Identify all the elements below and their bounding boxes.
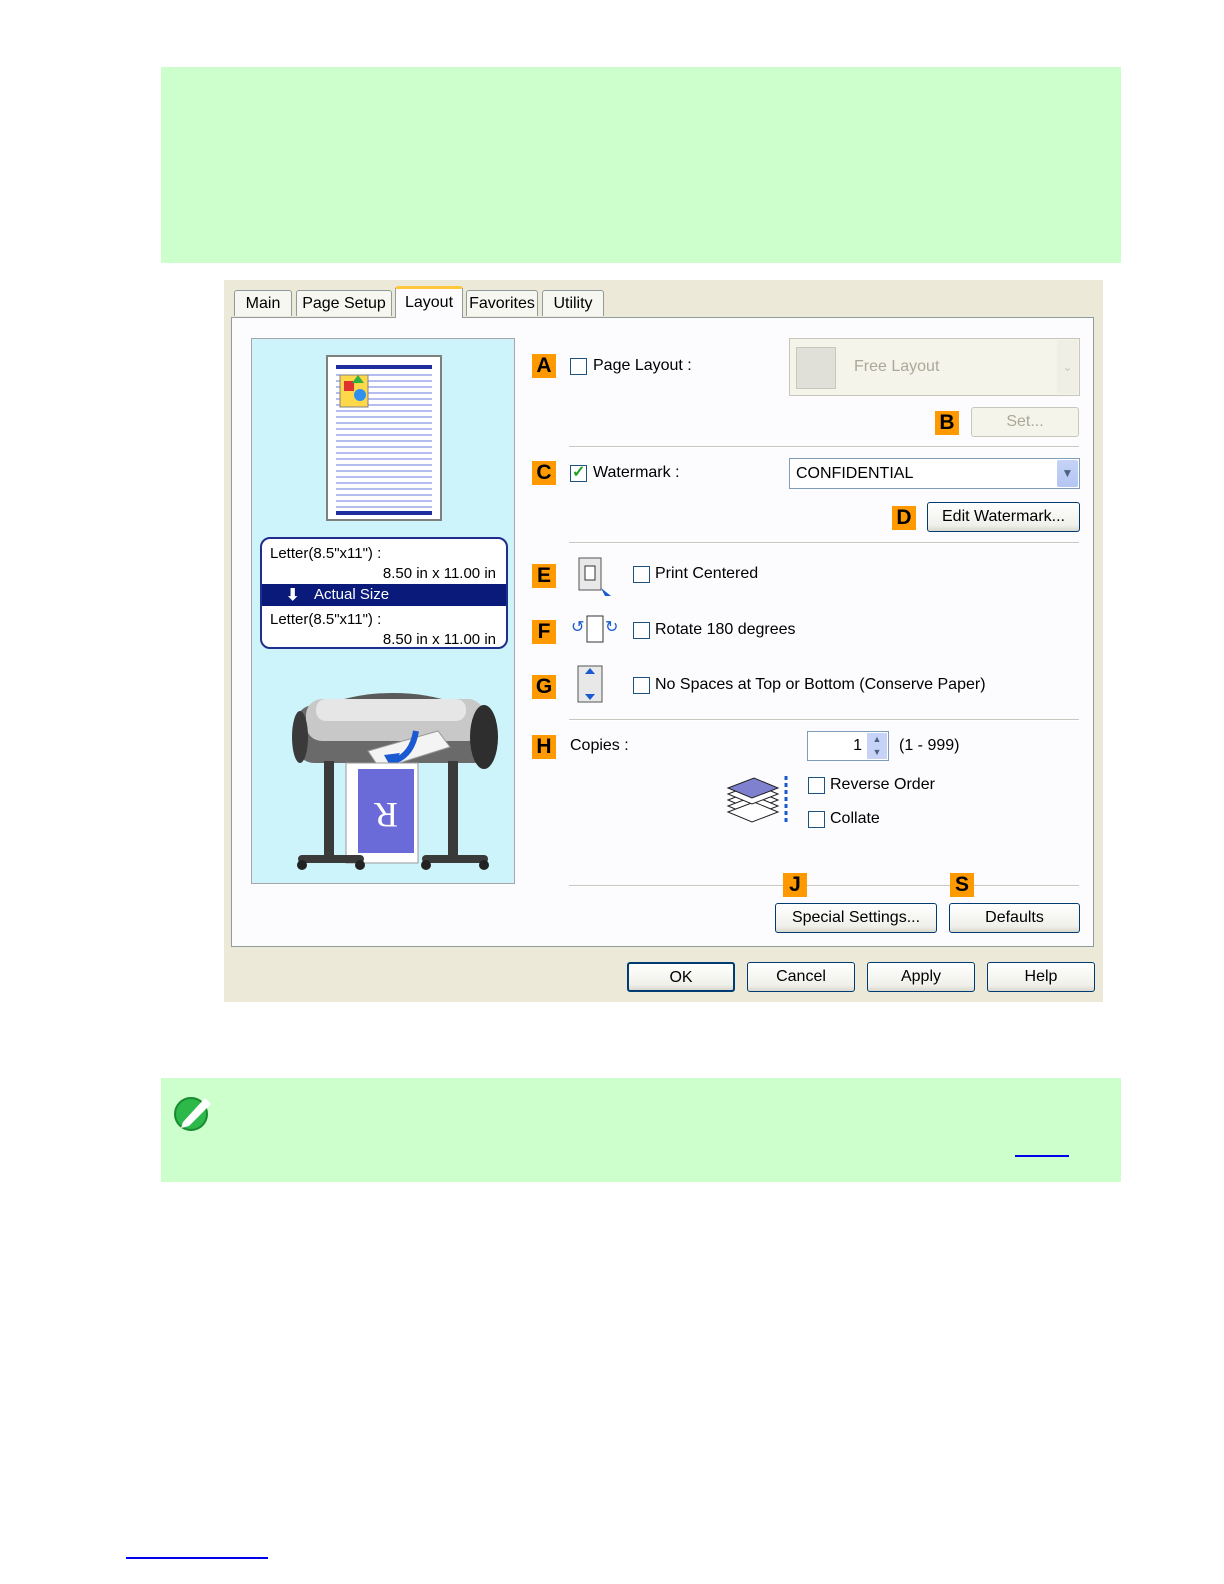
no-spaces-checkbox[interactable] bbox=[633, 677, 650, 694]
no-spaces-label: No Spaces at Top or Bottom (Conserve Pap… bbox=[655, 676, 986, 693]
watermark-combo-value: CONFIDENTIAL bbox=[796, 465, 914, 482]
spin-up-icon[interactable]: ▲ bbox=[867, 733, 887, 746]
printer-properties-dialog: Main Page Setup Layout Favorites Utility bbox=[224, 280, 1103, 1002]
bottom-note-box bbox=[161, 1078, 1121, 1182]
separator-1 bbox=[569, 446, 1079, 448]
rotate-checkbox[interactable] bbox=[633, 622, 650, 639]
page-layout-combo[interactable]: Free Layout ⌄ bbox=[789, 338, 1080, 396]
tab-utility[interactable]: Utility bbox=[542, 290, 604, 316]
output-size-value: 8.50 in x 11.00 in bbox=[382, 631, 496, 648]
badge-h: H bbox=[532, 735, 556, 759]
set-button[interactable]: Set... bbox=[971, 407, 1079, 437]
chevron-down-icon: ⌄ bbox=[1057, 340, 1078, 394]
separator-3 bbox=[569, 719, 1079, 721]
print-centered-checkbox[interactable] bbox=[633, 566, 650, 583]
badge-j: J bbox=[783, 873, 807, 897]
badge-s: S bbox=[950, 873, 974, 897]
note-link-underline[interactable] bbox=[1015, 1155, 1069, 1157]
badge-c: C bbox=[532, 461, 556, 485]
rotate-label: Rotate 180 degrees bbox=[655, 621, 796, 638]
copies-spinner[interactable]: 1 ▲ ▼ bbox=[807, 731, 889, 761]
free-layout-icon bbox=[796, 347, 836, 389]
watermark-label: Watermark : bbox=[593, 464, 680, 481]
output-size-label: Letter(8.5"x11") : bbox=[270, 611, 382, 628]
page-preview-icon bbox=[326, 355, 442, 521]
copies-range: (1 - 999) bbox=[899, 737, 960, 754]
spin-down-icon[interactable]: ▼ bbox=[867, 746, 887, 759]
copies-label: Copies : bbox=[570, 737, 629, 754]
ok-button[interactable]: OK bbox=[627, 962, 735, 992]
note-pencil-icon bbox=[174, 1097, 211, 1131]
rotate-icon: ↺ ↻ bbox=[571, 615, 617, 643]
page-layout-label: Page Layout : bbox=[593, 357, 692, 374]
svg-text:↺: ↺ bbox=[571, 617, 584, 636]
badge-d: D bbox=[892, 506, 916, 530]
badge-b: B bbox=[935, 411, 959, 435]
scaling-row: ⬇ Actual Size bbox=[262, 584, 506, 606]
no-spaces-icon bbox=[577, 665, 603, 703]
copies-stack-icon bbox=[726, 776, 788, 823]
preview-pane: Letter(8.5"x11") : 8.50 in x 11.00 in ⬇ … bbox=[251, 338, 515, 884]
tab-layout[interactable]: Layout bbox=[395, 286, 463, 318]
badge-e: E bbox=[532, 564, 556, 588]
badge-f: F bbox=[532, 620, 556, 644]
collate-checkbox[interactable] bbox=[808, 811, 825, 828]
page-layout-checkbox[interactable] bbox=[570, 358, 587, 375]
paper-size-info: Letter(8.5"x11") : 8.50 in x 11.00 in ⬇ … bbox=[260, 537, 508, 649]
scaling-label: Actual Size bbox=[314, 586, 390, 603]
collate-label: Collate bbox=[830, 810, 880, 827]
separator-2 bbox=[569, 542, 1079, 544]
chevron-down-icon: ▼ bbox=[1057, 460, 1078, 487]
edit-watermark-button[interactable]: Edit Watermark... bbox=[927, 502, 1080, 532]
original-size-value: 8.50 in x 11.00 in bbox=[382, 565, 496, 582]
layout-panel: Letter(8.5"x11") : 8.50 in x 11.00 in ⬇ … bbox=[231, 317, 1094, 947]
badge-g: G bbox=[532, 675, 556, 699]
help-button[interactable]: Help bbox=[987, 962, 1095, 992]
reverse-order-label: Reverse Order bbox=[830, 776, 935, 793]
print-centered-icon bbox=[578, 557, 611, 596]
tab-main[interactable]: Main bbox=[234, 290, 292, 316]
svg-text:R: R bbox=[374, 795, 398, 835]
arrow-down-icon: ⬇ bbox=[286, 587, 300, 604]
cancel-button[interactable]: Cancel bbox=[747, 962, 855, 992]
svg-text:↻: ↻ bbox=[605, 617, 617, 636]
reverse-order-checkbox[interactable] bbox=[808, 777, 825, 794]
watermark-combo[interactable]: CONFIDENTIAL ▼ bbox=[789, 458, 1080, 489]
apply-button[interactable]: Apply bbox=[867, 962, 975, 992]
watermark-checkbox[interactable] bbox=[570, 462, 587, 482]
original-size-label: Letter(8.5"x11") : bbox=[270, 545, 382, 562]
print-centered-label: Print Centered bbox=[655, 565, 759, 582]
tab-page-setup[interactable]: Page Setup bbox=[296, 290, 392, 316]
page-layout-combo-value: Free Layout bbox=[854, 358, 940, 375]
copies-value: 1 bbox=[853, 737, 862, 754]
defaults-button[interactable]: Defaults bbox=[949, 903, 1080, 933]
footer-link-underline[interactable] bbox=[126, 1557, 268, 1559]
separator-4 bbox=[569, 885, 1079, 887]
tab-favorites[interactable]: Favorites bbox=[466, 290, 538, 316]
special-settings-button[interactable]: Special Settings... bbox=[775, 903, 937, 933]
top-note-box bbox=[161, 67, 1121, 263]
badge-a: A bbox=[532, 354, 556, 378]
printer-icon: R bbox=[292, 693, 498, 870]
